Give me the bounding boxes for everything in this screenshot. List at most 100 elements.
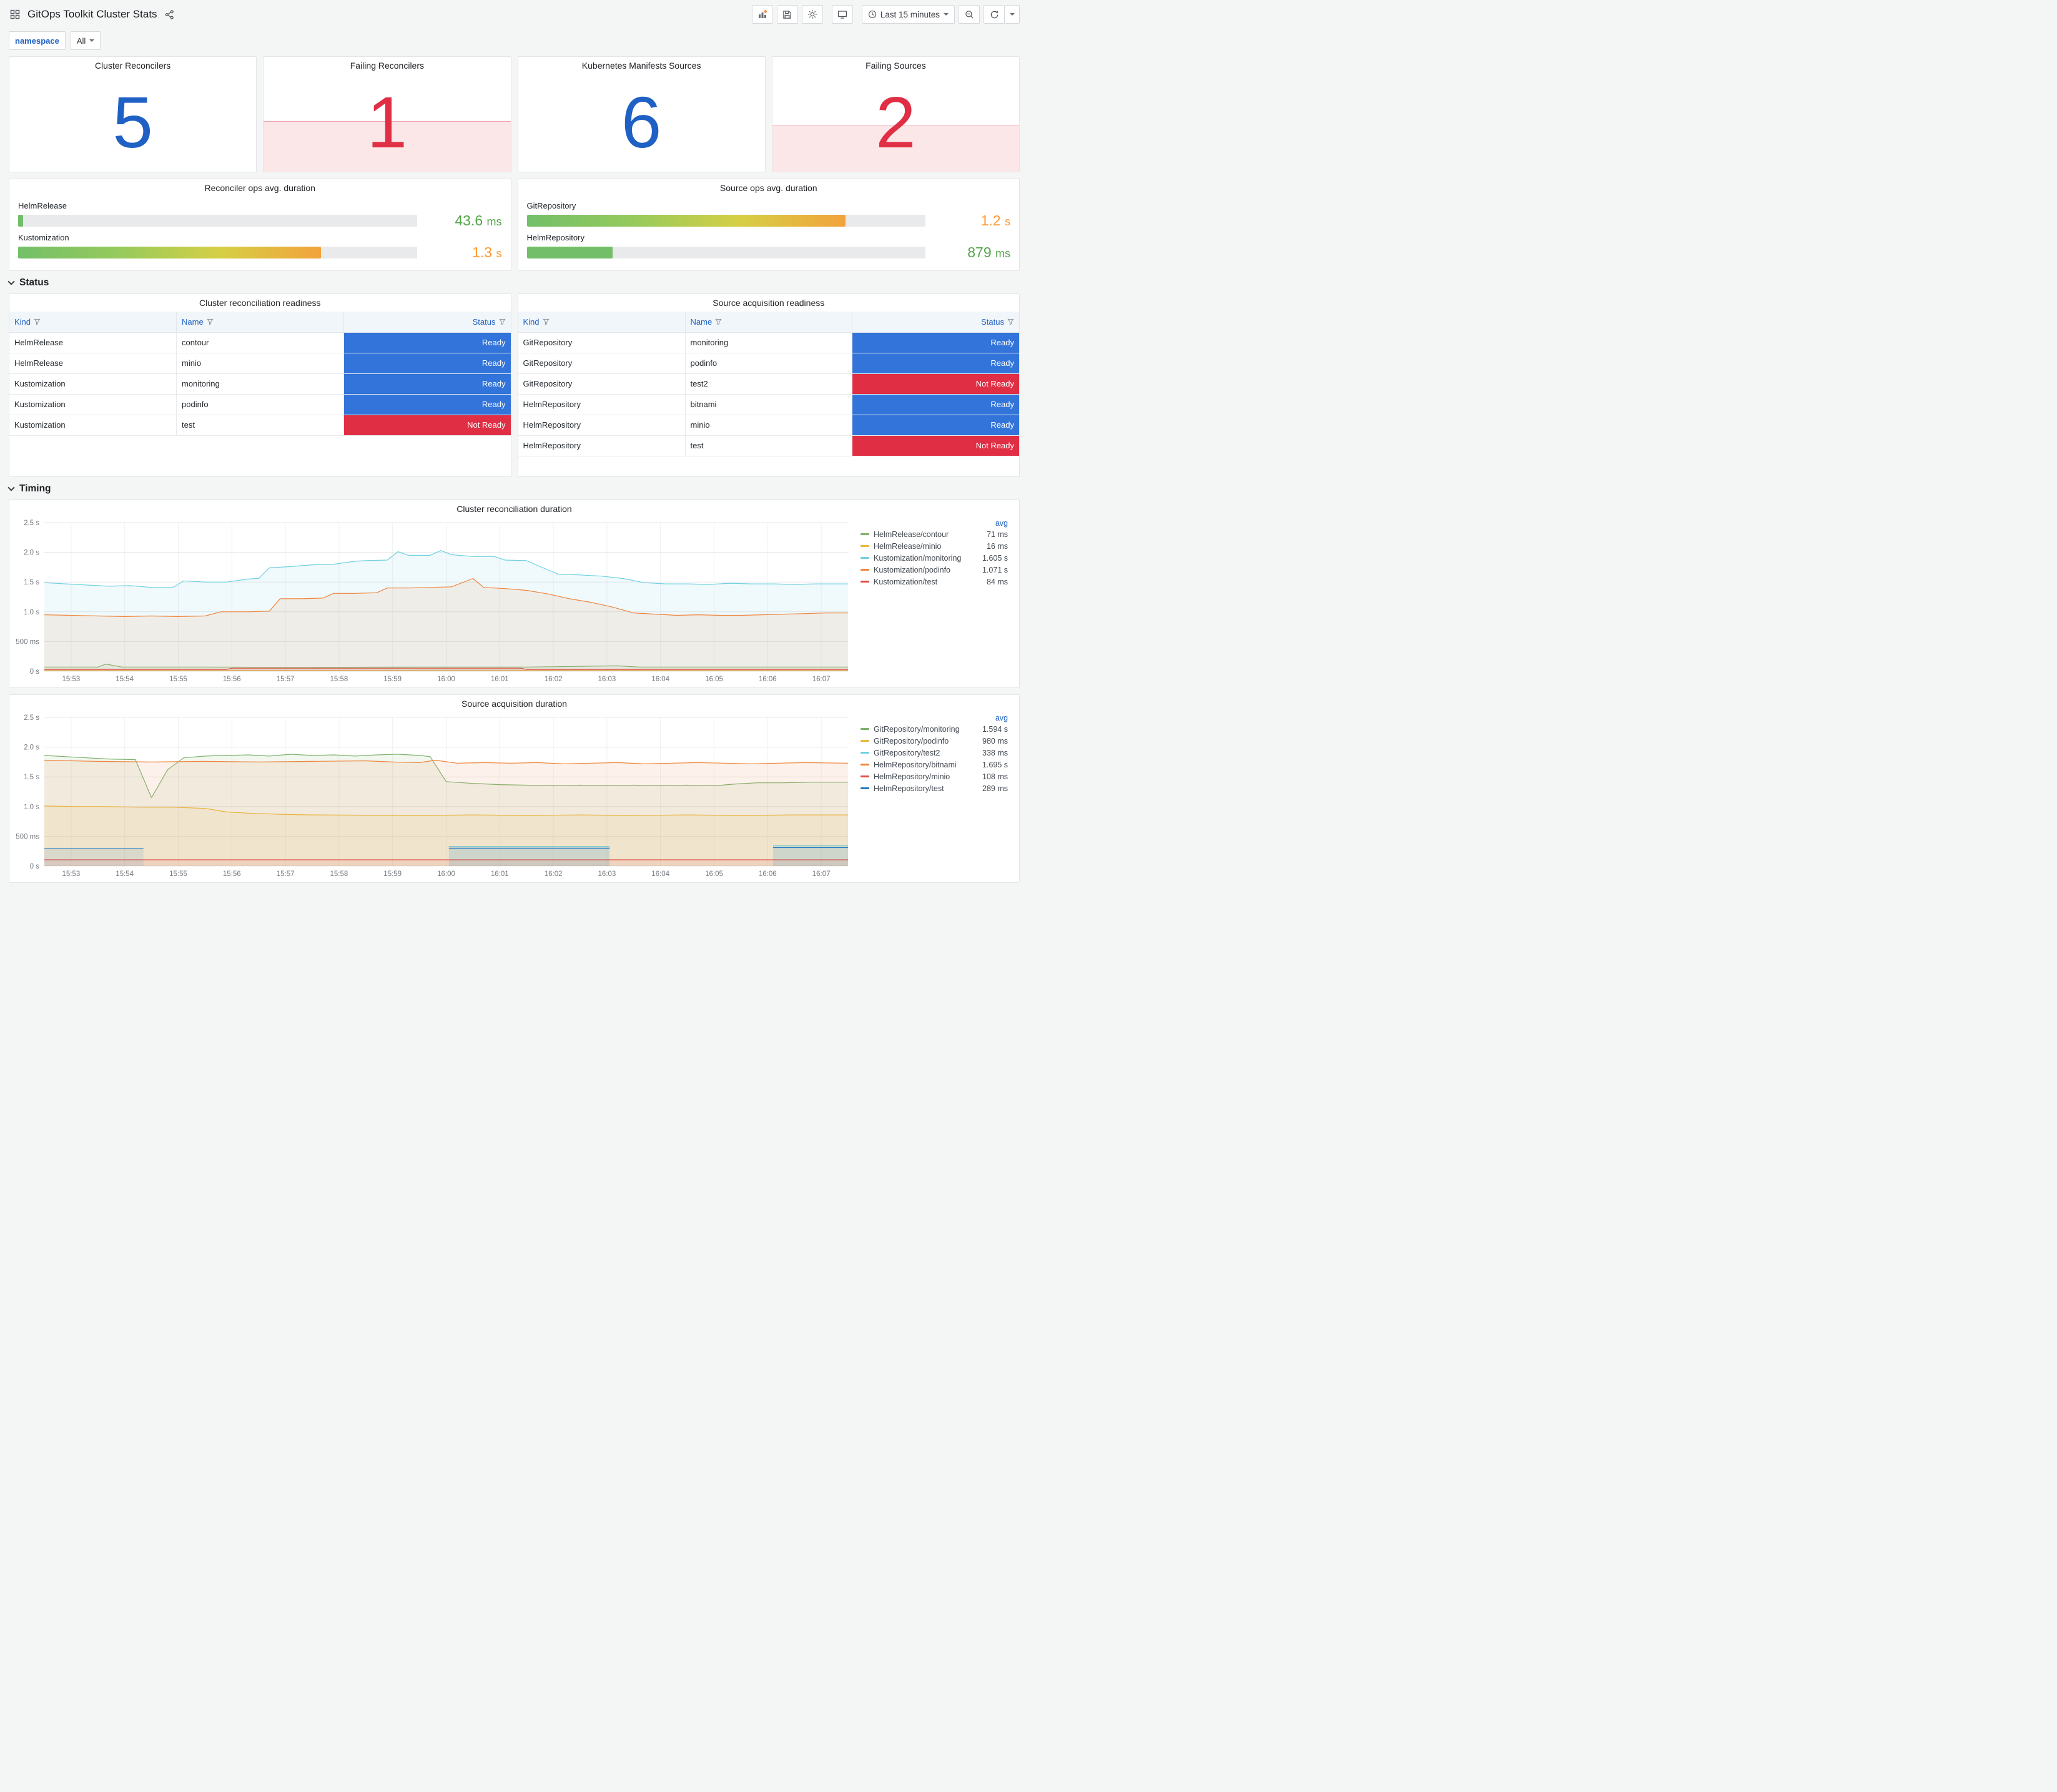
panel-title[interactable]: Source ops avg. duration	[518, 179, 1020, 197]
legend-series-label[interactable]: HelmRelease/minio	[874, 542, 982, 551]
cell-kind: HelmRelease	[9, 332, 177, 353]
svg-text:2.5 s: 2.5 s	[24, 519, 39, 527]
svg-text:16:07: 16:07	[812, 676, 831, 683]
row-label: Status	[19, 277, 49, 288]
panel-title[interactable]: Reconciler ops avg. duration	[9, 179, 511, 197]
column-header-status[interactable]: Status	[852, 312, 1019, 333]
svg-text:1.5 s: 1.5 s	[24, 579, 39, 586]
legend-row[interactable]: GitRepository/monitoring 1.594 s	[861, 723, 1008, 735]
row-label: Timing	[19, 483, 51, 494]
refresh-button[interactable]	[984, 5, 1005, 24]
legend-series-label[interactable]: GitRepository/podinfo	[874, 737, 978, 746]
svg-text:15:53: 15:53	[62, 870, 81, 878]
chart-canvas[interactable]: 0 s 500 ms 1.0 s 1.5 s 2.0 s 2.5 s 15:53 15:54 1…	[12, 712, 852, 880]
svg-text:1.0 s: 1.0 s	[24, 609, 39, 616]
legend-series-label[interactable]: Kustomization/test	[874, 578, 982, 586]
add-panel-button[interactable]	[751, 5, 773, 24]
legend-row[interactable]: GitRepository/podinfo 980 ms	[861, 735, 1008, 747]
filter-icon[interactable]	[542, 318, 550, 325]
svg-text:16:01: 16:01	[491, 870, 509, 878]
column-header-name[interactable]: Name	[684, 312, 852, 333]
save-dashboard-button[interactable]	[776, 5, 798, 24]
variable-namespace-value: All	[76, 36, 86, 46]
panel-title[interactable]: Cluster reconciliation duration	[9, 500, 1019, 518]
chevron-down-icon	[7, 483, 15, 491]
panel-title[interactable]: Source acquisition readiness	[518, 294, 1020, 312]
filter-icon[interactable]	[34, 318, 41, 325]
panel-title[interactable]: Kubernetes Manifests Sources	[518, 57, 765, 74]
dashboard-grid-icon[interactable]	[9, 8, 21, 21]
column-header-status[interactable]: Status	[343, 312, 511, 333]
series-color-icon	[861, 557, 869, 559]
panel-title[interactable]: Cluster Reconcilers	[9, 57, 256, 74]
panel-title[interactable]: Cluster reconciliation readiness	[9, 294, 511, 312]
svg-text:2.0 s: 2.0 s	[24, 744, 39, 752]
column-header-kind[interactable]: Kind	[518, 312, 686, 333]
series-color-icon	[861, 533, 869, 535]
filter-icon[interactable]	[715, 318, 722, 325]
legend-row[interactable]: GitRepository/test2 338 ms	[861, 747, 1008, 759]
svg-text:16:04: 16:04	[651, 676, 669, 683]
legend-series-label[interactable]: Kustomization/monitoring	[874, 554, 978, 563]
legend-series-label[interactable]: HelmRepository/bitnami	[874, 761, 978, 769]
svg-text:16:01: 16:01	[491, 676, 509, 683]
panel-title[interactable]: Failing Reconcilers	[264, 57, 510, 74]
chart-canvas[interactable]: 0 s 500 ms 1.0 s 1.5 s 2.0 s 2.5 s 15:53 15:54 1…	[12, 518, 852, 685]
legend-row[interactable]: HelmRepository/test 289 ms	[861, 782, 1008, 794]
clock-icon	[868, 10, 876, 19]
svg-text:16:00: 16:00	[437, 676, 455, 683]
legend-avg-header[interactable]: avg	[861, 714, 1008, 722]
row-toggle-timing[interactable]: Timing	[7, 483, 1020, 495]
dashboard-settings-button[interactable]	[801, 5, 823, 24]
cell-kind: Kustomization	[9, 394, 177, 415]
filter-icon[interactable]	[1007, 318, 1014, 325]
svg-text:15:59: 15:59	[383, 870, 402, 878]
panel-title[interactable]: Source acquisition duration	[9, 695, 1019, 712]
cell-name: monitoring	[176, 373, 344, 395]
svg-text:500 ms: 500 ms	[16, 833, 39, 840]
svg-text:16:05: 16:05	[705, 870, 723, 878]
zoom-out-button[interactable]	[959, 5, 980, 24]
legend-series-label[interactable]: HelmRepository/minio	[874, 772, 978, 781]
legend-series-label[interactable]: GitRepository/monitoring	[874, 725, 978, 734]
legend-series-avg: 16 ms	[986, 541, 1008, 551]
filter-icon[interactable]	[498, 318, 506, 325]
legend-row[interactable]: Kustomization/podinfo 1.071 s	[861, 564, 1008, 576]
cell-status: Ready	[852, 332, 1019, 353]
column-header-name[interactable]: Name	[176, 312, 344, 333]
legend-series-label[interactable]: Kustomization/podinfo	[874, 566, 978, 574]
panel-source-ops-duration: Source ops avg. duration GitRepository 1…	[517, 179, 1020, 271]
filter-icon[interactable]	[207, 318, 214, 325]
share-icon[interactable]	[164, 9, 175, 21]
variable-namespace-label[interactable]: namespace	[9, 31, 66, 50]
time-picker-button[interactable]: Last 15 minutes	[861, 5, 955, 24]
legend-row[interactable]: Kustomization/monitoring 1.605 s	[861, 552, 1008, 564]
panel-cluster-reconcilers: Cluster Reconcilers 5	[9, 56, 257, 172]
legend-row[interactable]: HelmRelease/contour 71 ms	[861, 528, 1008, 540]
table-row: GitRepository monitoring Ready	[518, 332, 1019, 353]
refresh-interval-button[interactable]	[1005, 5, 1020, 24]
svg-text:500 ms: 500 ms	[16, 638, 39, 646]
legend-avg-header[interactable]: avg	[861, 519, 1008, 528]
legend-series-label[interactable]: HelmRelease/contour	[874, 530, 982, 539]
table-row: Kustomization podinfo Ready	[9, 394, 511, 415]
cycle-view-mode-button[interactable]	[831, 5, 853, 24]
svg-text:16:06: 16:06	[759, 870, 777, 878]
legend-series-label[interactable]: HelmRepository/test	[874, 784, 978, 793]
variable-namespace-picker[interactable]: All	[70, 31, 101, 50]
legend-row[interactable]: Kustomization/test 84 ms	[861, 576, 1008, 588]
legend-row[interactable]: HelmRepository/bitnami 1.695 s	[861, 759, 1008, 770]
gauge-label: GitRepository	[526, 201, 576, 211]
svg-text:16:06: 16:06	[759, 676, 777, 683]
legend-row[interactable]: HelmRepository/minio 108 ms	[861, 770, 1008, 782]
column-header-kind[interactable]: Kind	[9, 312, 177, 333]
legend-series-avg: 71 ms	[986, 529, 1008, 539]
row-toggle-status[interactable]: Status	[7, 277, 1020, 288]
legend-row[interactable]: HelmRelease/minio 16 ms	[861, 540, 1008, 552]
series-color-icon	[861, 569, 869, 571]
panel-title[interactable]: Failing Sources	[772, 57, 1019, 74]
series-color-icon	[861, 764, 869, 766]
svg-text:1.0 s: 1.0 s	[24, 804, 39, 811]
legend-series-label[interactable]: GitRepository/test2	[874, 749, 978, 757]
stat-value: 2	[876, 82, 916, 163]
